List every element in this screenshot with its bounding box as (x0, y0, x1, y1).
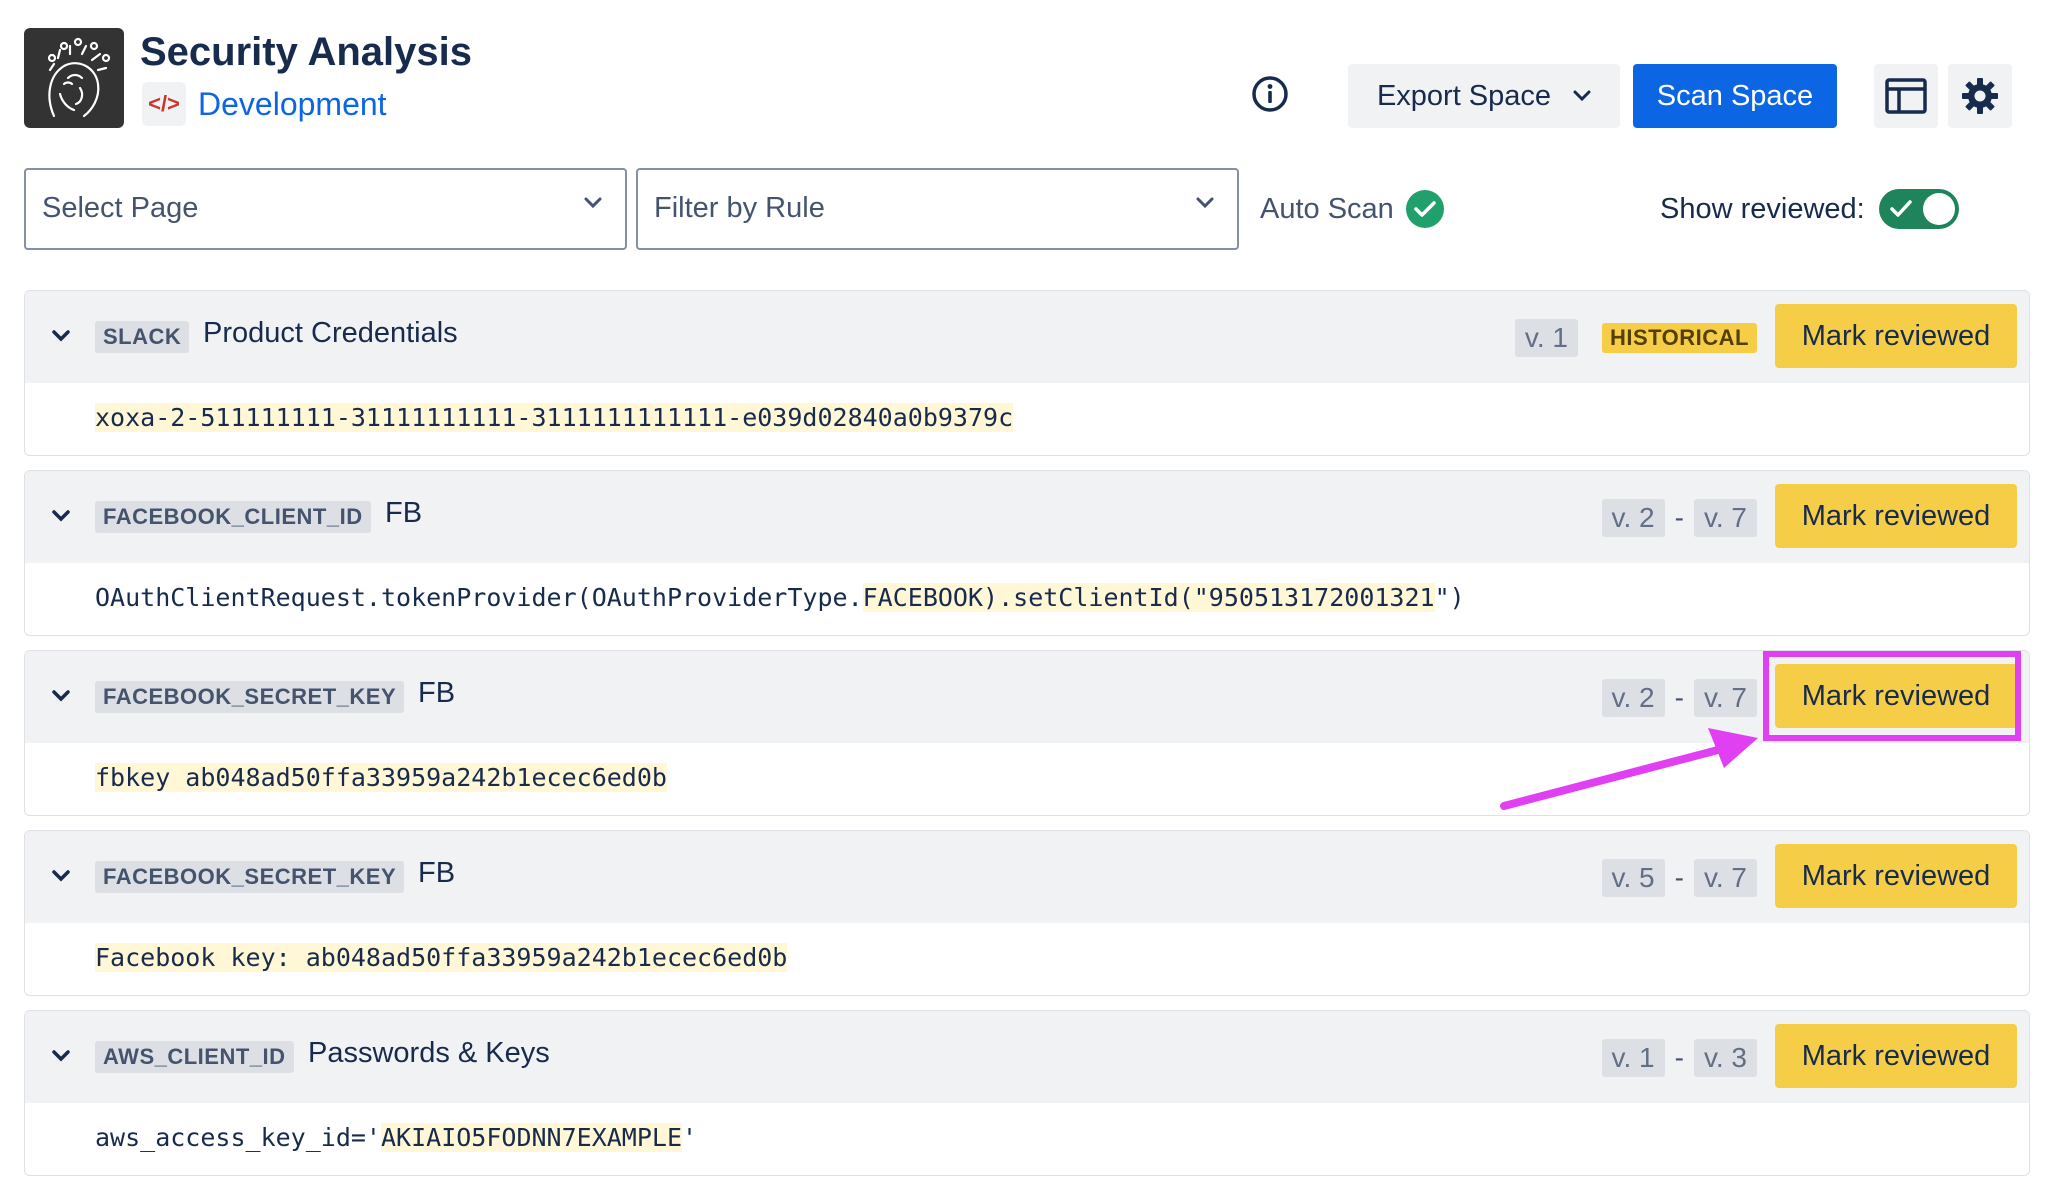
auto-scan-status: Auto Scan (1260, 188, 1446, 230)
mark-reviewed-button[interactable]: Mark reviewed (1775, 1024, 2017, 1088)
version-separator: - (1674, 502, 1684, 533)
filter-rule-placeholder: Filter by Rule (654, 192, 825, 224)
code-snippet: aws_access_key_id='AKIAIO5FODNN7EXAMPLE' (95, 1123, 697, 1152)
historical-badge: HISTORICAL (1601, 323, 1757, 353)
filter-bar: Select Page Filter by Rule Auto Scan Sho… (24, 168, 2024, 250)
secret-match: Facebook key: ab048ad50ffa33959a242b1ece… (95, 943, 788, 972)
version-separator: - (1674, 862, 1684, 893)
version-tag: v. 1 (1514, 319, 1578, 357)
code-icon: </> (142, 82, 186, 126)
finding-title: FB (385, 497, 423, 529)
finding-title: FB (418, 857, 456, 889)
app-header: Security Analysis </> Development Export… (24, 28, 2024, 130)
finding-title: Product Credentials (203, 317, 458, 349)
version-tag: v. 2 (1601, 679, 1665, 717)
rule-tag: FACEBOOK_SECRET_KEY (95, 861, 405, 893)
export-space-label: Export Space (1376, 79, 1552, 112)
finding-header: AWS_CLIENT_ID Passwords & Keys v. 1- v. 3 Ma… (25, 1011, 2029, 1103)
app-logo (24, 28, 124, 128)
code-snippet: OAuthClientRequest.tokenProvider(OAuthPr… (95, 583, 1465, 612)
show-reviewed-toggle[interactable] (1878, 189, 1959, 229)
filter-rule-dropdown[interactable]: Filter by Rule (636, 168, 1239, 250)
finding-title: FB (418, 677, 456, 709)
version-range: v. 1 HISTORICAL (1514, 319, 1757, 357)
finding-card: FACEBOOK_CLIENT_ID FB v. 2- v. 7 Mark review… (24, 470, 2030, 636)
chevron-down-icon[interactable] (51, 681, 71, 711)
finding-card: FACEBOOK_SECRET_KEY FB v. 2- v. 7 Mark revie… (24, 650, 2030, 816)
code-snippet: Facebook key: ab048ad50ffa33959a242b1ece… (95, 943, 788, 972)
toggle-knob (1922, 193, 1955, 225)
check-icon (1889, 200, 1912, 217)
version-separator: - (1674, 682, 1684, 713)
version-tag: v. 7 (1693, 859, 1757, 897)
check-circle-icon (1405, 190, 1444, 228)
select-page-dropdown[interactable]: Select Page (24, 168, 627, 250)
finding-card: AWS_CLIENT_ID Passwords & Keys v. 1- v. 3 Ma… (24, 1010, 2030, 1176)
finding-title: Passwords & Keys (308, 1037, 550, 1069)
version-range: v. 5- v. 7 (1601, 859, 1757, 897)
chevron-down-icon[interactable] (51, 861, 71, 891)
version-range: v. 2- v. 7 (1601, 499, 1757, 537)
finding-header: FACEBOOK_SECRET_KEY FB v. 5- v. 7 Mark revie… (25, 831, 2029, 923)
export-space-button[interactable]: Export Space (1348, 64, 1620, 128)
mark-reviewed-button[interactable]: Mark reviewed (1775, 304, 2017, 368)
rule-tag: AWS_CLIENT_ID (95, 1041, 294, 1073)
secret-match: fbkey ab048ad50ffa33959a242b1ecec6ed0b (95, 763, 667, 792)
version-tag: v. 7 (1693, 679, 1757, 717)
chevron-down-icon[interactable] (51, 1041, 71, 1071)
version-tag: v. 5 (1601, 859, 1665, 897)
version-tag: v. 1 (1601, 1039, 1665, 1077)
info-icon[interactable] (1247, 71, 1293, 117)
finding-card: SLACK Product Credentials v. 1 HISTORICAL Ma… (24, 290, 2030, 456)
secret-match: AKIAIO5FODNN7EXAMPLE (380, 1123, 683, 1152)
mark-reviewed-button[interactable]: Mark reviewed (1775, 484, 2017, 548)
rule-tag: SLACK (95, 321, 190, 353)
rule-tag: FACEBOOK_SECRET_KEY (95, 681, 405, 713)
rule-tag: FACEBOOK_CLIENT_ID (95, 501, 371, 533)
code-context: aws_access_key_id=' (95, 1123, 381, 1152)
version-separator: - (1674, 1042, 1684, 1073)
space-name-link[interactable]: Development (198, 86, 387, 123)
code-context: ' (682, 1123, 698, 1152)
chevron-down-icon (584, 197, 602, 209)
finding-card: FACEBOOK_SECRET_KEY FB v. 5- v. 7 Mark revie… (24, 830, 2030, 996)
version-range: v. 1- v. 3 (1601, 1039, 1757, 1077)
version-tag: v. 7 (1693, 499, 1757, 537)
finding-header: FACEBOOK_SECRET_KEY FB v. 2- v. 7 Mark revie… (25, 651, 2029, 743)
code-context: OAuthClientRequest.tokenProvider(OAuthPr… (95, 583, 863, 612)
select-page-placeholder: Select Page (42, 192, 199, 224)
gear-icon[interactable] (1948, 64, 2012, 128)
version-range: v. 2- v. 7 (1601, 679, 1757, 717)
chevron-down-icon[interactable] (51, 501, 71, 531)
app-title: Security Analysis (140, 30, 473, 74)
auto-scan-label: Auto Scan (1260, 192, 1394, 225)
sidebar-layout-icon[interactable] (1874, 64, 1938, 128)
code-context: ") (1434, 583, 1465, 612)
secret-match: FACEBOOK).setClientId("950513172001321 (862, 583, 1435, 612)
finding-header: FACEBOOK_CLIENT_ID FB v. 2- v. 7 Mark review… (25, 471, 2029, 563)
mark-reviewed-button[interactable]: Mark reviewed (1775, 844, 2017, 908)
mark-reviewed-button[interactable]: Mark reviewed (1775, 664, 2017, 728)
code-snippet: xoxa-2-511111111-31111111111-31111111111… (95, 403, 1014, 432)
version-tag: v. 3 (1693, 1039, 1757, 1077)
secret-match: xoxa-2-511111111-31111111111-31111111111… (95, 403, 1014, 432)
chevron-down-icon[interactable] (51, 321, 71, 351)
chevron-down-icon (1196, 197, 1214, 209)
show-reviewed-label: Show reviewed: (1660, 192, 1865, 225)
chevron-down-icon (1573, 90, 1591, 102)
code-snippet: fbkey ab048ad50ffa33959a242b1ecec6ed0b (95, 763, 667, 792)
finding-header: SLACK Product Credentials v. 1 HISTORICAL Ma… (25, 291, 2029, 383)
scan-space-button[interactable]: Scan Space (1633, 64, 1837, 128)
show-reviewed-control: Show reviewed: (1660, 188, 1959, 230)
findings-list: SLACK Product Credentials v. 1 HISTORICAL Ma… (24, 290, 2030, 1190)
version-tag: v. 2 (1601, 499, 1665, 537)
